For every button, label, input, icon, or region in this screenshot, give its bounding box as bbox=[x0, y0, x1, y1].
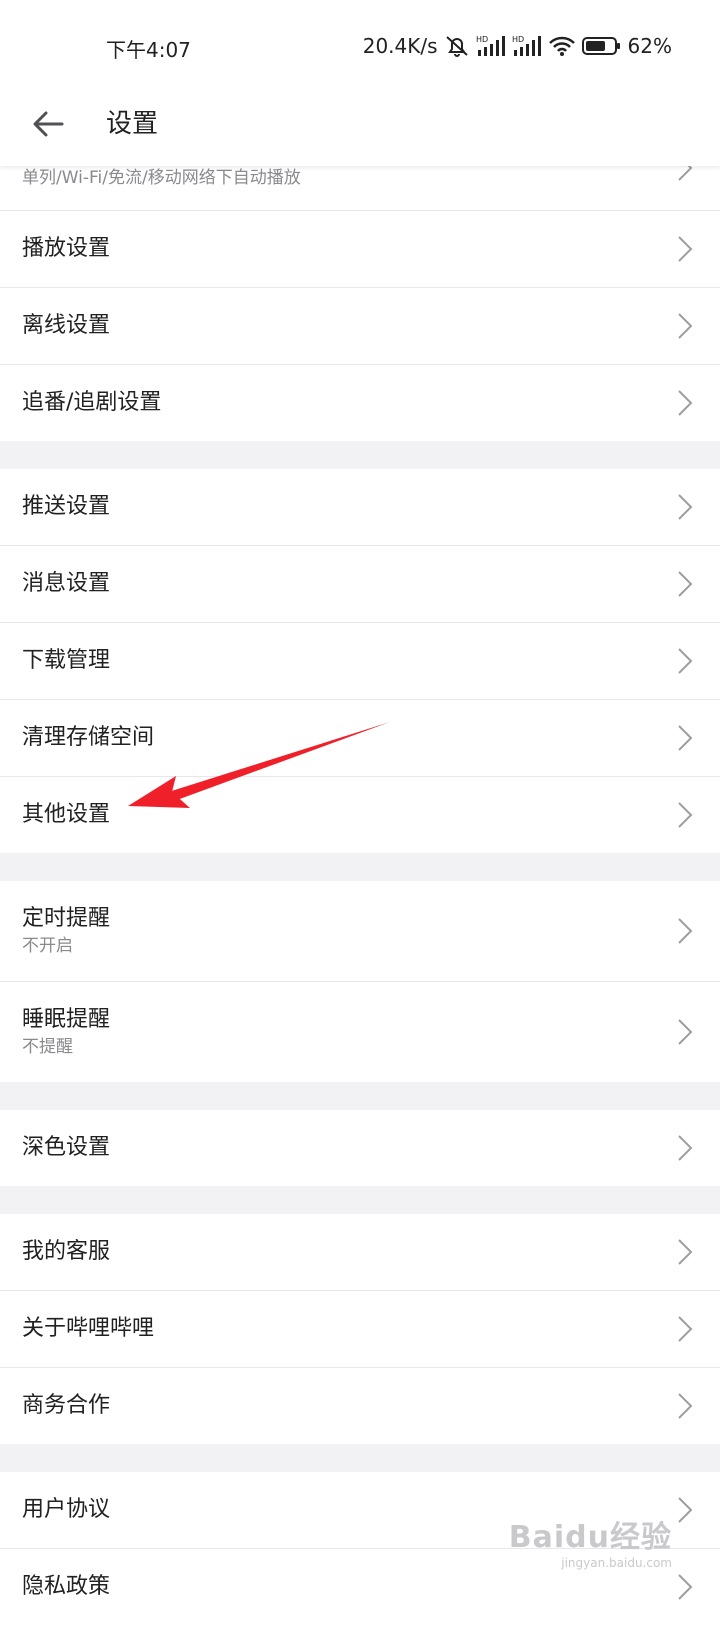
settings-row-message[interactable]: 消息设置 bbox=[0, 546, 720, 623]
settings-row-push[interactable]: 推送设置 bbox=[0, 469, 720, 546]
row-subtitle: 不开启 bbox=[22, 936, 73, 956]
status-time: 下午4:07 bbox=[106, 38, 191, 62]
row-label: 隐私政策 bbox=[22, 1574, 111, 1599]
row-text: 睡眠提醒 不提醒 bbox=[22, 1005, 660, 1059]
chevron-right-icon bbox=[678, 236, 693, 262]
row-label: 深色设置 bbox=[22, 1135, 111, 1160]
row-text: 深色设置 bbox=[22, 1133, 660, 1163]
hd-signal-icon: HD bbox=[512, 34, 542, 58]
svg-text:HD: HD bbox=[476, 35, 488, 44]
svg-text:HD: HD bbox=[512, 35, 524, 44]
settings-section-playback: 单列/Wi-Fi/免流/移动网络下自动播放 播放设置 离线设置 追番/追剧设置 bbox=[0, 155, 720, 441]
row-text: 推送设置 bbox=[22, 492, 660, 522]
row-text: 隐私政策 bbox=[22, 1572, 660, 1602]
battery-percent: 62% bbox=[627, 34, 672, 58]
settings-section-general: 推送设置 消息设置 下载管理 清理存储空间 其他设置 bbox=[0, 469, 720, 853]
row-label: 商务合作 bbox=[22, 1393, 111, 1418]
status-icons: 20.4K/s HD HD 62% bbox=[363, 34, 672, 58]
chevron-right-icon bbox=[678, 494, 693, 520]
settings-row-dark[interactable]: 深色设置 bbox=[0, 1110, 720, 1186]
section-gap bbox=[0, 1444, 720, 1472]
settings-row-follow[interactable]: 追番/追剧设置 bbox=[0, 365, 720, 441]
section-gap bbox=[0, 1186, 720, 1214]
settings-row-storage[interactable]: 清理存储空间 bbox=[0, 700, 720, 777]
chevron-right-icon bbox=[678, 918, 693, 944]
row-text: 播放设置 bbox=[22, 234, 660, 264]
app-header: 设置 bbox=[0, 82, 720, 166]
row-label: 播放设置 bbox=[22, 236, 111, 261]
section-gap bbox=[0, 441, 720, 469]
row-label: 清理存储空间 bbox=[22, 725, 155, 750]
settings-section-about: 我的客服 关于哔哩哔哩 商务合作 bbox=[0, 1214, 720, 1444]
settings-row-service[interactable]: 我的客服 bbox=[0, 1214, 720, 1291]
back-button[interactable] bbox=[24, 100, 72, 148]
chevron-right-icon bbox=[678, 390, 693, 416]
chevron-right-icon bbox=[678, 1393, 693, 1419]
settings-list: 单列/Wi-Fi/免流/移动网络下自动播放 播放设置 离线设置 追番/追剧设置 … bbox=[0, 155, 720, 1625]
settings-section-reminders: 定时提醒 不开启 睡眠提醒 不提醒 bbox=[0, 881, 720, 1082]
row-text: 清理存储空间 bbox=[22, 723, 660, 753]
page-title: 设置 bbox=[106, 109, 159, 139]
settings-row-sleep[interactable]: 睡眠提醒 不提醒 bbox=[0, 982, 720, 1082]
chevron-right-icon bbox=[678, 725, 693, 751]
mute-bell-icon bbox=[444, 34, 470, 58]
back-arrow-icon bbox=[33, 111, 64, 137]
row-text: 关于哔哩哔哩 bbox=[22, 1314, 660, 1344]
row-label: 消息设置 bbox=[22, 571, 111, 596]
row-text: 单列/Wi-Fi/免流/移动网络下自动播放 bbox=[22, 166, 660, 190]
row-text: 追番/追剧设置 bbox=[22, 388, 660, 418]
row-label: 追番/追剧设置 bbox=[22, 390, 162, 415]
row-subtitle: 单列/Wi-Fi/免流/移动网络下自动播放 bbox=[22, 168, 301, 188]
chevron-right-icon bbox=[678, 1239, 693, 1265]
chevron-right-icon bbox=[678, 1574, 693, 1600]
section-gap bbox=[0, 853, 720, 881]
chevron-right-icon bbox=[678, 1135, 693, 1161]
row-text: 其他设置 bbox=[22, 800, 660, 830]
settings-row-about[interactable]: 关于哔哩哔哩 bbox=[0, 1291, 720, 1368]
row-label: 下载管理 bbox=[22, 648, 111, 673]
section-gap bbox=[0, 1082, 720, 1110]
net-speed: 20.4K/s bbox=[362, 34, 438, 58]
row-text: 下载管理 bbox=[22, 646, 660, 676]
chevron-right-icon bbox=[678, 1316, 693, 1342]
row-text: 商务合作 bbox=[22, 1391, 660, 1421]
watermark-sub: jingyan.baidu.com bbox=[561, 1556, 672, 1570]
settings-row-download[interactable]: 下载管理 bbox=[0, 623, 720, 700]
baidu-watermark: Baidu经验 jingyan.baidu.com bbox=[509, 1512, 672, 1570]
row-label: 推送设置 bbox=[22, 494, 111, 519]
chevron-right-icon bbox=[678, 571, 693, 597]
row-label: 我的客服 bbox=[22, 1239, 111, 1264]
settings-row-business[interactable]: 商务合作 bbox=[0, 1368, 720, 1444]
row-label: 定时提醒 bbox=[22, 906, 111, 931]
chevron-right-icon bbox=[678, 802, 693, 828]
row-label: 离线设置 bbox=[22, 313, 111, 338]
settings-row-play[interactable]: 播放设置 bbox=[0, 211, 720, 288]
settings-row-other[interactable]: 其他设置 bbox=[0, 777, 720, 853]
row-label: 其他设置 bbox=[22, 802, 111, 827]
row-text: 离线设置 bbox=[22, 311, 660, 341]
chevron-right-icon bbox=[678, 648, 693, 674]
settings-row-autoplay[interactable]: 单列/Wi-Fi/免流/移动网络下自动播放 bbox=[0, 155, 720, 211]
chevron-right-icon bbox=[678, 1497, 693, 1523]
row-label: 睡眠提醒 bbox=[22, 1007, 111, 1032]
settings-row-timer[interactable]: 定时提醒 不开启 bbox=[0, 881, 720, 982]
row-text: 我的客服 bbox=[22, 1237, 660, 1267]
watermark-main: Baidu经验 bbox=[508, 1520, 672, 1555]
row-text: 定时提醒 不开启 bbox=[22, 904, 660, 958]
settings-row-offline[interactable]: 离线设置 bbox=[0, 288, 720, 365]
row-text: 消息设置 bbox=[22, 569, 660, 599]
row-label: 关于哔哩哔哩 bbox=[22, 1316, 155, 1341]
hd-signal-icon: HD bbox=[476, 34, 506, 58]
settings-section-theme: 深色设置 bbox=[0, 1110, 720, 1186]
battery-icon bbox=[581, 36, 622, 56]
chevron-right-icon bbox=[678, 1019, 693, 1045]
row-subtitle: 不提醒 bbox=[22, 1037, 73, 1057]
wifi-icon bbox=[548, 35, 576, 57]
chevron-right-icon bbox=[678, 313, 693, 339]
